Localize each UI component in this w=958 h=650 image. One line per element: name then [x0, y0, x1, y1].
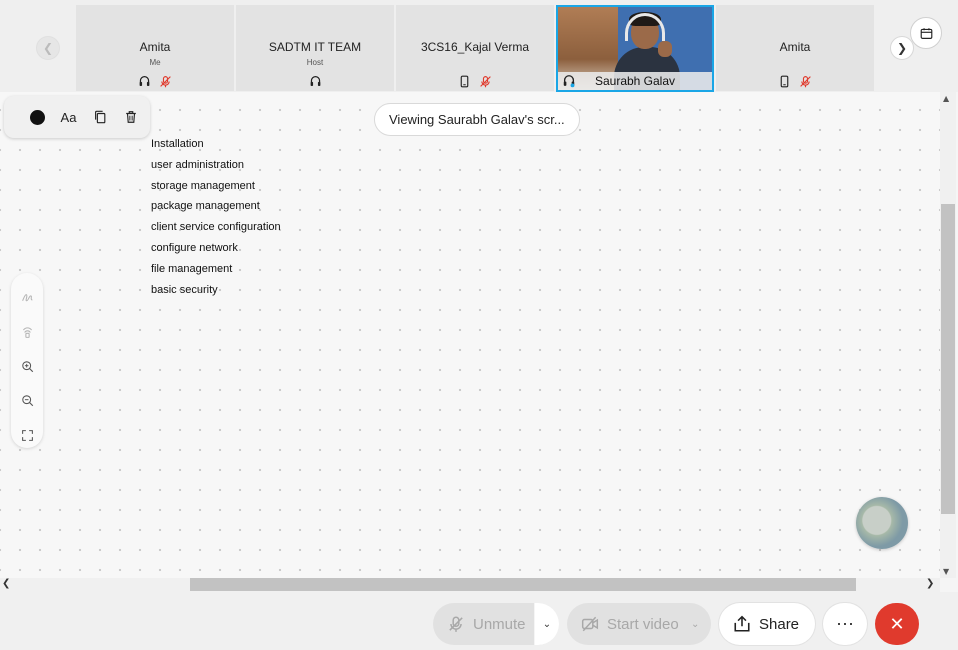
note-line: basic security: [151, 283, 218, 296]
viewing-share-banner[interactable]: Viewing Saurabh Galav's scr...: [374, 103, 580, 136]
trash-icon: [125, 111, 136, 123]
video-person-hand: [658, 41, 672, 57]
participant-name: SADTM IT TEAM: [268, 40, 362, 54]
note-line: configure network: [151, 241, 238, 254]
start-video-button[interactable]: Start video ⌄: [567, 603, 711, 645]
note-line: client service configuration: [151, 221, 281, 234]
scroll-down-arrow-icon[interactable]: ▼: [943, 567, 949, 576]
text-tool-button[interactable]: Aa: [53, 103, 84, 131]
drawing-tools-panel: [11, 273, 43, 448]
highlighter-tool-button[interactable]: [14, 319, 40, 344]
zoom-out-button[interactable]: [14, 388, 40, 413]
chevron-left-icon[interactable]: ❮: [36, 36, 60, 60]
fit-screen-button[interactable]: [14, 423, 40, 448]
participant-name: Saurabh Galav: [594, 74, 676, 88]
pen-icon: [21, 294, 32, 302]
participant-tile-sadtm-it-team[interactable]: SADTM IT TEAM Host: [236, 5, 394, 91]
copy-button[interactable]: [84, 103, 115, 131]
participant-tile-kajal-verma[interactable]: 3CS16_Kajal Verma: [396, 5, 554, 91]
zoom-in-button[interactable]: [14, 354, 40, 379]
fit-screen-icon: [21, 429, 33, 441]
note-line: package management: [151, 200, 260, 213]
participant-name: Amita: [139, 40, 171, 54]
whiteboard-canvas[interactable]: Aa Viewing Saurabh Galav's scr... Instal…: [0, 92, 940, 578]
headset-icon: [310, 76, 320, 86]
delete-button[interactable]: [115, 103, 146, 131]
chevron-down-icon[interactable]: ⌄: [691, 619, 699, 630]
chevron-down-icon[interactable]: ⌄: [535, 603, 559, 645]
scroll-right-arrow-icon[interactable]: ❯: [926, 578, 934, 589]
share-label: Share: [759, 615, 800, 633]
note-line: Installation: [151, 138, 204, 150]
vertical-scroll-thumb[interactable]: [941, 204, 955, 514]
participant-role: Host: [306, 58, 324, 67]
participant-tile-amita[interactable]: Amita: [716, 5, 874, 91]
participant-role: Me: [149, 58, 161, 67]
annotation-toolbar: Aa: [4, 96, 150, 138]
mic-muted-icon: [480, 76, 491, 88]
phone-icon: [780, 75, 789, 88]
more-options-button[interactable]: ⋯: [823, 603, 867, 645]
vertical-scrollbar[interactable]: ▲ ▼: [940, 92, 956, 578]
color-swatch: [30, 109, 45, 125]
unmute-label: Unmute: [473, 615, 526, 633]
copy-icon: [94, 110, 105, 124]
share-button[interactable]: Share: [719, 603, 815, 645]
participant-tile-saurabh-galav-video[interactable]: Saurabh Galav: [556, 5, 714, 92]
participant-strip: ❮ Amita Me SADTM IT TEAM Host 3CS16_Kaja…: [0, 0, 958, 92]
participant-tile-amita-me[interactable]: Amita Me: [76, 5, 234, 91]
participant-name: Amita: [779, 40, 811, 54]
call-controls-bar: Unmute ⌄ Start video ⌄ Share ⋯ ✕: [0, 592, 958, 650]
note-line: user administration: [151, 158, 244, 171]
start-video-label: Start video: [607, 615, 679, 633]
calendar-icon: [920, 27, 932, 39]
scroll-up-arrow-icon[interactable]: ▲: [943, 94, 949, 103]
pen-tool-button[interactable]: [14, 285, 40, 310]
phone-icon: [460, 75, 469, 88]
video-off-icon: [581, 616, 599, 632]
leave-meeting-button[interactable]: ✕: [875, 603, 919, 645]
zoom-out-icon: [21, 395, 33, 407]
mic-muted-icon: [800, 76, 811, 88]
horizontal-scroll-thumb[interactable]: [190, 578, 856, 591]
mic-muted-icon: [160, 76, 171, 88]
scroll-left-arrow-icon[interactable]: ❮: [2, 578, 10, 589]
note-line: storage management: [151, 179, 255, 192]
unmute-button[interactable]: Unmute ⌄: [433, 603, 559, 645]
highlighter-icon: [22, 326, 32, 338]
headset-icon: [139, 76, 150, 86]
color-picker-button[interactable]: [22, 103, 53, 131]
zoom-in-icon: [21, 361, 33, 373]
mic-muted-icon: [449, 616, 463, 632]
whiteboard-notes: Installation user administration storage…: [151, 138, 281, 304]
note-line: file management: [151, 262, 233, 275]
chevron-right-icon[interactable]: ❯: [890, 36, 914, 60]
share-icon: [734, 615, 750, 632]
calendar-button[interactable]: [910, 17, 942, 49]
participant-name: 3CS16_Kajal Verma: [420, 40, 530, 54]
horizontal-scrollbar[interactable]: ❮ ❯: [0, 578, 940, 592]
meeting-window: ❮ Amita Me SADTM IT TEAM Host 3CS16_Kaja…: [0, 0, 958, 650]
avatar[interactable]: [856, 497, 908, 549]
